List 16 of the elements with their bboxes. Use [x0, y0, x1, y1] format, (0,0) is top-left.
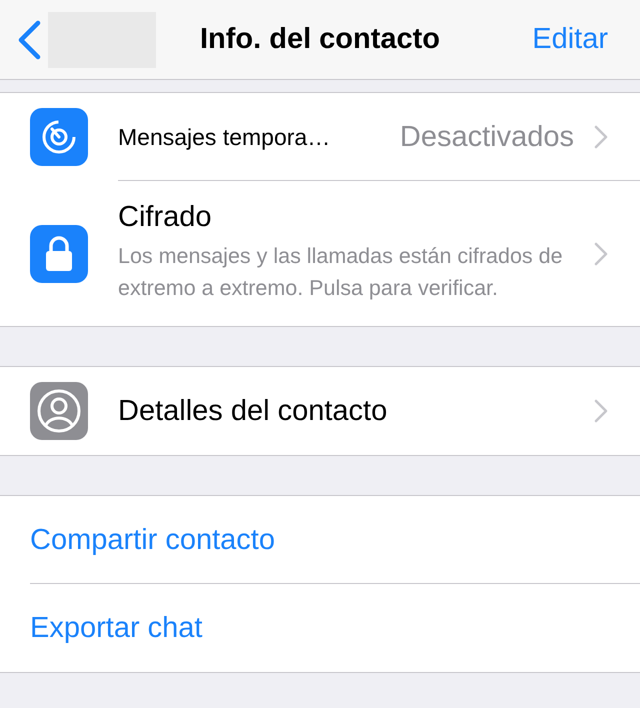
contact-icon	[30, 382, 88, 440]
back-icon[interactable]	[16, 20, 42, 60]
timer-icon	[30, 108, 88, 166]
row-value: Desactivados	[400, 120, 574, 154]
chevron-icon	[594, 125, 608, 149]
row-label: Cifrado	[118, 201, 212, 234]
row-description: Los mensajes y las llamadas están cifrados de extremo a extremo. Pulsa para verificar.	[118, 243, 564, 302]
action-link[interactable]: Compartir contacto	[30, 524, 275, 556]
lock-icon	[30, 224, 88, 282]
chevron-icon	[594, 399, 608, 423]
row-label: Detalles del contacto	[118, 394, 388, 428]
row-label: Mensajes tempora…	[118, 124, 330, 150]
chevron-icon	[594, 242, 608, 266]
screen-title: Info. del contacto	[200, 23, 440, 55]
edit-button[interactable]: Editar	[532, 23, 608, 56]
action-link[interactable]: Exportar chat	[30, 612, 202, 644]
